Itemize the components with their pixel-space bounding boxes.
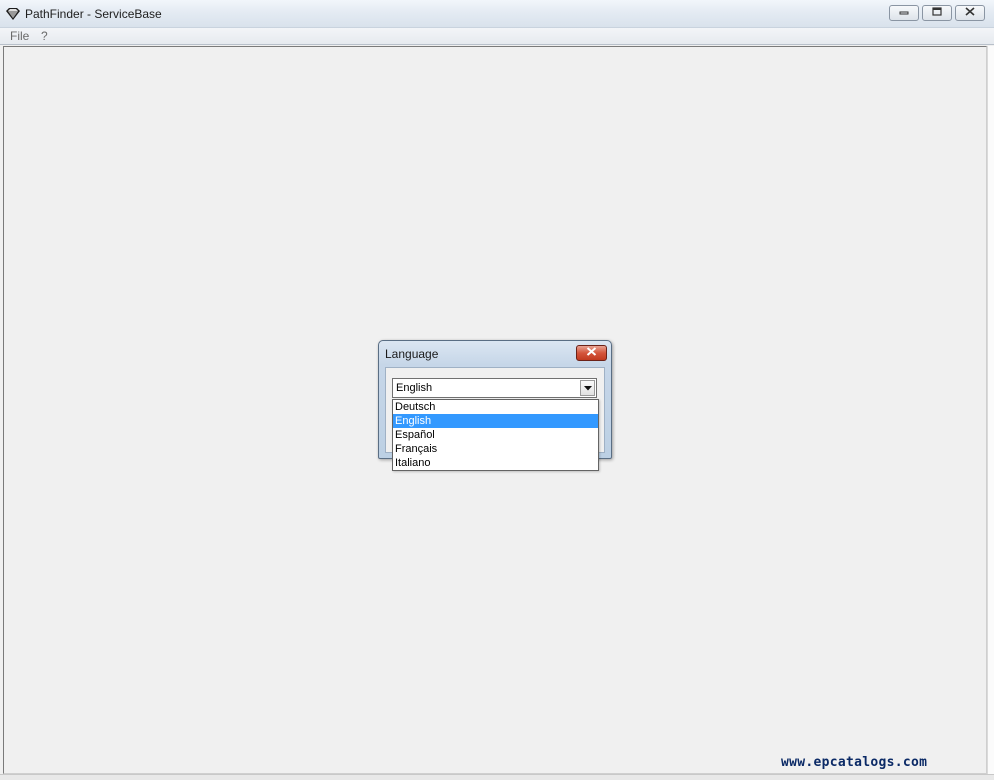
close-icon: [586, 347, 597, 359]
language-option-italiano[interactable]: Italiano: [393, 456, 598, 470]
minimize-button[interactable]: [889, 5, 919, 21]
diamond-gem-icon: [5, 7, 21, 21]
menu-file[interactable]: File: [10, 29, 29, 43]
window-title: PathFinder - ServiceBase: [25, 7, 162, 21]
dialog-title: Language: [385, 347, 439, 361]
restore-icon: [932, 7, 942, 19]
minimize-icon: [899, 8, 909, 18]
close-button[interactable]: [955, 5, 985, 21]
language-option-deutsch[interactable]: Deutsch: [393, 400, 598, 414]
language-option-english[interactable]: English: [393, 414, 598, 428]
dialog-close-button[interactable]: [576, 345, 607, 361]
language-select-dropdown-button[interactable]: [580, 380, 595, 396]
watermark-text: www.epcatalogs.com: [781, 755, 928, 770]
status-bar: [0, 774, 994, 780]
close-icon: [965, 7, 975, 19]
language-option-francais[interactable]: Français: [393, 442, 598, 456]
menu-help[interactable]: ?: [41, 29, 48, 43]
window-right-edge: [987, 46, 994, 780]
language-select-value: English: [396, 382, 433, 394]
chevron-down-icon: [583, 382, 592, 394]
language-option-espanol[interactable]: Español: [393, 428, 598, 442]
menu-bar: File ?: [0, 28, 994, 45]
restore-button[interactable]: [922, 5, 952, 21]
language-options-list: Deutsch English Español Français Italian…: [392, 399, 599, 471]
language-select[interactable]: English: [392, 378, 597, 398]
window-title-bar[interactable]: PathFinder - ServiceBase: [0, 0, 994, 28]
